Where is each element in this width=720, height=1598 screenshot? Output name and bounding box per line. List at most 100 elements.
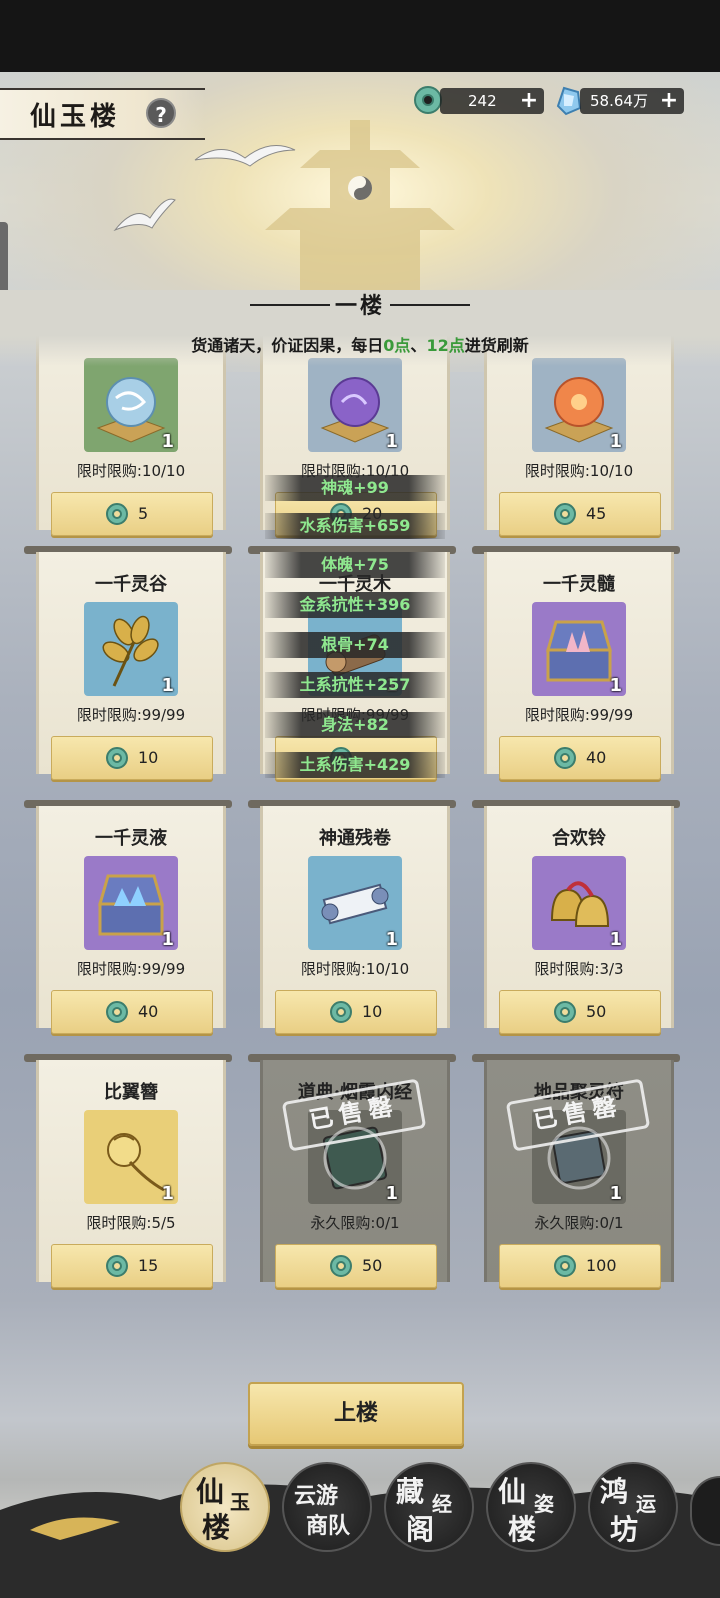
buy-button[interactable]: 50 xyxy=(499,990,661,1034)
notice-time-0: 0点 xyxy=(383,336,411,355)
shop-item-card[interactable]: 一千灵髓 1 限时限购:99/99 40 xyxy=(484,552,674,780)
stat-popup: 体魄+75 xyxy=(265,552,445,578)
nav-library[interactable]: 藏 经 阁 xyxy=(384,1462,474,1552)
nav-label: 玉 xyxy=(230,1490,250,1514)
nav-hongyunfang[interactable]: 鸿 运 坊 xyxy=(588,1462,678,1552)
buy-button[interactable]: 50 xyxy=(275,1244,437,1288)
stat-popup: 金系抗性+396 xyxy=(265,592,445,618)
jade-coin-icon xyxy=(554,503,576,525)
item-qty: 1 xyxy=(385,1183,398,1204)
item-icon-frame: 1 xyxy=(532,602,626,696)
notice-time-12: 12点 xyxy=(426,336,465,355)
page-title: 仙玉楼 xyxy=(30,102,121,132)
item-price: 40 xyxy=(586,748,607,767)
item-price: 10 xyxy=(138,748,159,767)
nav-xianyulou[interactable]: 仙 玉 楼 xyxy=(180,1462,270,1552)
item-price: 15 xyxy=(138,1256,159,1275)
jade-coin-icon xyxy=(554,1255,576,1277)
jade-coin-icon xyxy=(554,1001,576,1023)
shop-item-card[interactable]: 合欢铃 1 限时限购:3/3 50 xyxy=(484,806,674,1034)
buy-button[interactable]: 10 xyxy=(275,990,437,1034)
shop-item-card[interactable]: 一千灵液 1 限时限购:99/99 40 xyxy=(36,806,226,1034)
notice-text: 货通诸天，价证因果，每日 xyxy=(191,336,384,355)
item-price: 10 xyxy=(362,1002,383,1021)
shop-item-card-soldout[interactable]: 地品聚灵符 1 已售罄 永久限购:0/1 100 xyxy=(484,1060,674,1288)
nav-label: 坊 xyxy=(610,1513,639,1546)
notice-text-end: 进货刷新 xyxy=(464,336,529,355)
item-price: 50 xyxy=(586,1002,607,1021)
item-icon-frame: 1 xyxy=(84,856,178,950)
nav-label: 楼 xyxy=(508,1513,537,1546)
buy-button[interactable]: 40 xyxy=(51,990,213,1034)
buy-button[interactable]: 100 xyxy=(499,1244,661,1288)
item-qty: 1 xyxy=(385,431,398,452)
item-icon-frame: 1 xyxy=(532,856,626,950)
item-qty: 1 xyxy=(161,675,174,696)
purchase-limit: 限时限购:99/99 xyxy=(76,706,186,724)
item-qty: 1 xyxy=(609,1183,622,1204)
item-price: 100 xyxy=(586,1256,617,1275)
shop-item-card[interactable]: 神通残卷 1 限时限购:10/10 10 xyxy=(260,806,450,1034)
item-name: 一千灵谷 xyxy=(95,574,167,595)
item-price: 5 xyxy=(138,504,149,523)
nav-label: 鸿 xyxy=(600,1475,629,1508)
nav-label: 经 xyxy=(432,1492,452,1516)
stat-popup: 土系抗性+257 xyxy=(265,672,445,698)
crane-icon xyxy=(113,198,176,232)
item-price: 40 xyxy=(138,1002,159,1021)
stat-popup: 水系伤害+659 xyxy=(265,513,445,539)
purchase-limit: 永久限购:0/1 xyxy=(310,1214,400,1232)
item-icon-frame: 1 xyxy=(532,358,626,452)
jade-amount: 242 xyxy=(468,92,497,110)
item-qty: 1 xyxy=(161,1183,174,1204)
item-qty: 1 xyxy=(609,675,622,696)
nav-label: 姿 xyxy=(534,1492,554,1516)
add-jade-button[interactable]: + xyxy=(516,88,542,114)
refresh-notice-overlay: 货通诸天，价证因果，每日0点、12点进货刷新 xyxy=(0,332,720,356)
item-name: 神通残卷 xyxy=(319,828,391,849)
buy-button[interactable]: 15 xyxy=(51,1244,213,1288)
shop-item-card[interactable]: 一千灵谷 1 限时限购:99/99 10 xyxy=(36,552,226,780)
buy-button[interactable]: 45 xyxy=(499,492,661,536)
shop-item-card[interactable]: 一千灵木 1 限时限购:99/99 xyxy=(260,552,450,780)
floor-title-overlay: 一楼 xyxy=(334,293,385,319)
crystal-amount: 58.64万 xyxy=(590,92,648,110)
nav-label: 商队 xyxy=(306,1513,351,1539)
item-name: 一千灵液 xyxy=(95,828,167,849)
nav-label: 运 xyxy=(636,1492,656,1516)
nav-xianzilou[interactable]: 仙 姿 楼 xyxy=(486,1462,576,1552)
shop-item-card[interactable]: 比翼簪 1 限时限购:5/5 15 xyxy=(36,1060,226,1288)
purchase-limit: 限时限购:3/3 xyxy=(534,960,624,978)
jade-coin-icon xyxy=(330,1255,352,1277)
nav-caravan[interactable]: 云游 商队 xyxy=(282,1462,372,1552)
buy-button[interactable]: 10 xyxy=(51,736,213,780)
shop-item-card-soldout[interactable]: 道典·烟霞内经 1 已售罄 永久限购:0/1 50 xyxy=(260,1060,450,1288)
item-name: 比翼簪 xyxy=(104,1082,158,1103)
buy-button[interactable]: 5 xyxy=(51,492,213,536)
purchase-limit: 限时限购:10/10 xyxy=(524,462,634,480)
jade-coin-icon xyxy=(330,1001,352,1023)
jade-coin-icon xyxy=(106,1001,128,1023)
crane-icon xyxy=(194,145,296,167)
stat-popup: 土系伤害+429 xyxy=(265,752,445,778)
purchase-limit: 限时限购:10/10 xyxy=(300,960,410,978)
buy-button[interactable]: 40 xyxy=(499,736,661,780)
add-crystal-button[interactable]: + xyxy=(656,88,682,114)
item-icon-frame: 1 xyxy=(308,358,402,452)
status-bar xyxy=(0,0,720,72)
question-icon[interactable]: ? xyxy=(146,98,176,128)
nav-label: 阁 xyxy=(406,1513,435,1546)
stat-popup: 身法+82 xyxy=(265,712,445,738)
purchase-limit: 永久限购:0/1 xyxy=(534,1214,624,1232)
go-upstairs-button[interactable]: 上楼 xyxy=(248,1382,464,1446)
jade-coin-icon xyxy=(554,747,576,769)
nav-label: 楼 xyxy=(202,1511,231,1544)
nav-label: 仙 xyxy=(498,1475,527,1508)
item-icon-frame: 1 xyxy=(84,1110,178,1204)
purchase-limit: 限时限购:10/10 xyxy=(76,462,186,480)
item-qty: 1 xyxy=(161,929,174,950)
jade-coin-icon xyxy=(106,747,128,769)
item-qty: 1 xyxy=(161,431,174,452)
nav-label: 仙 xyxy=(196,1475,225,1508)
item-qty: 1 xyxy=(609,431,622,452)
